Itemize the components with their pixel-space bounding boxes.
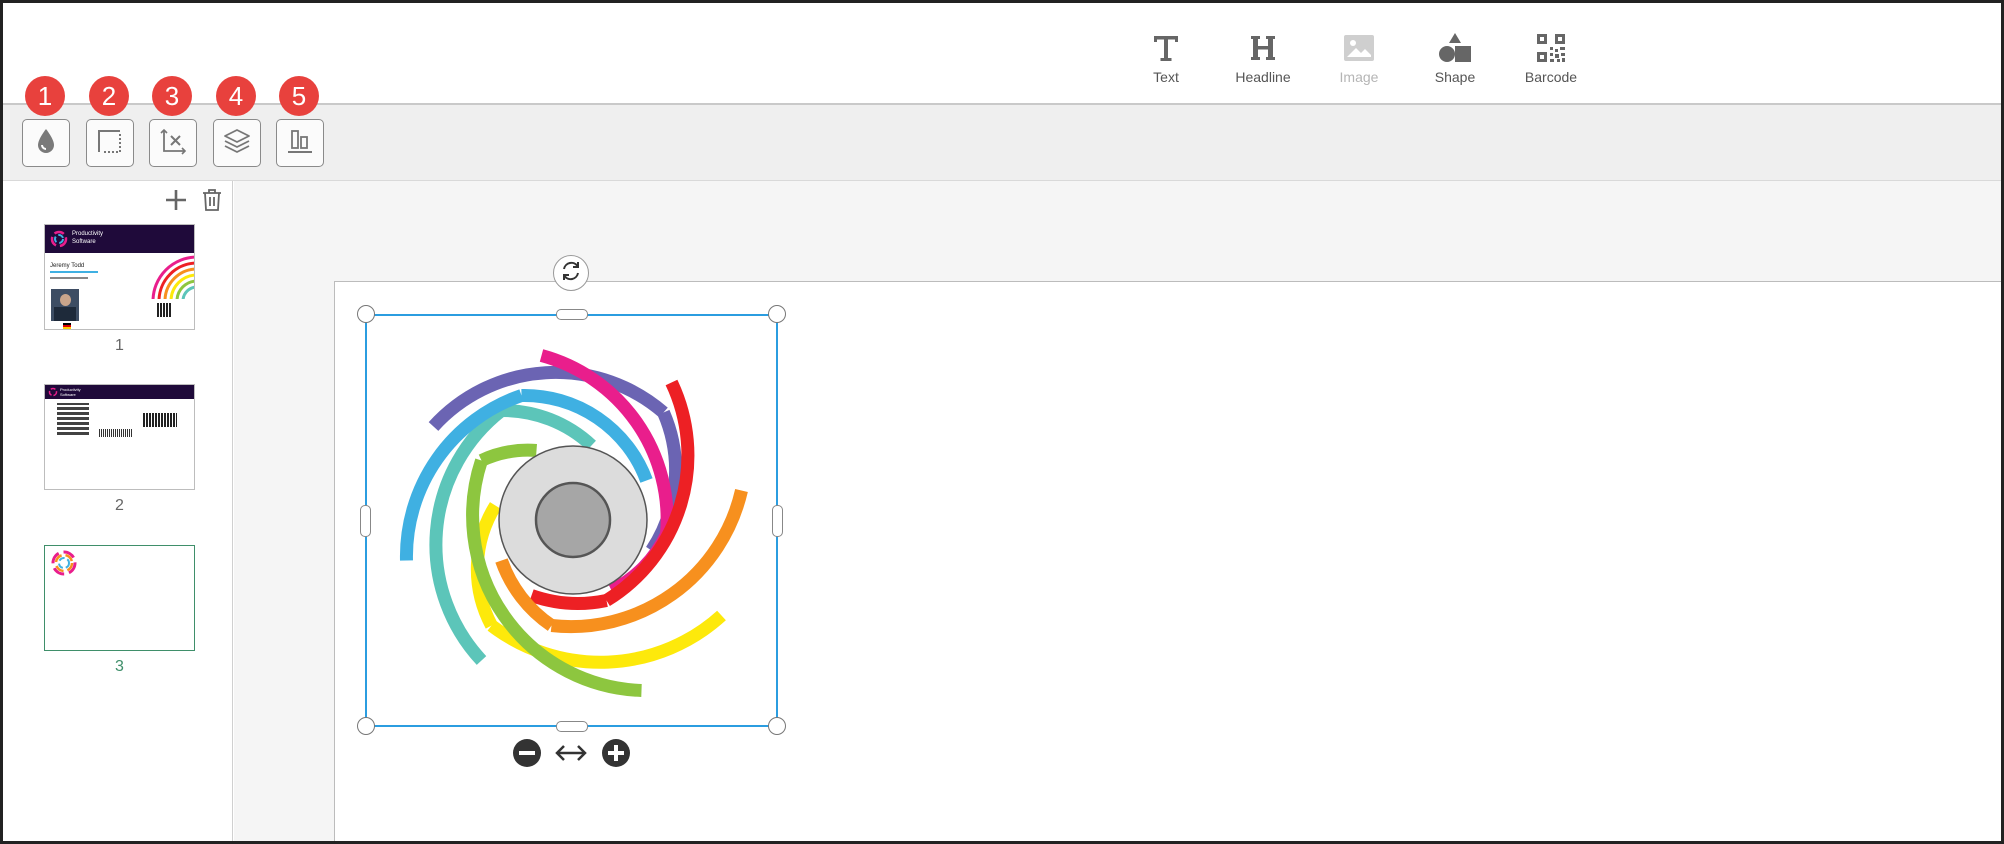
thumbnail-qr-code <box>157 303 171 317</box>
insert-barcode-label: Barcode <box>1524 69 1578 85</box>
fill-color-icon <box>35 127 57 160</box>
resize-handle-bottom-left[interactable] <box>357 717 375 735</box>
annotation-badge-2: 2 <box>89 76 129 116</box>
shape-icon <box>1435 29 1475 67</box>
annotation-badge-5: 5 <box>279 76 319 116</box>
minus-circle-icon <box>513 739 541 767</box>
align-icon <box>286 127 314 160</box>
insert-shape-label: Shape <box>1434 69 1476 85</box>
annotation-badge-1: 1 <box>25 76 65 116</box>
insert-barcode-button[interactable]: Barcode <box>1501 29 1601 89</box>
plus-circle-icon <box>602 739 630 767</box>
horizontal-arrows-icon <box>555 745 587 761</box>
resize-handle-top-left[interactable] <box>357 305 375 323</box>
resize-handle-top[interactable] <box>556 309 588 320</box>
plus-icon <box>164 188 188 217</box>
layers-icon <box>223 127 251 160</box>
thumbnail-company-line2: Software <box>60 392 76 397</box>
insert-headline-button[interactable]: Headline <box>1213 29 1313 89</box>
page-thumbnail-2[interactable]: Productivity Software <box>44 384 195 490</box>
insert-headline-label: Headline <box>1235 69 1291 85</box>
page-number-2: 2 <box>115 497 124 514</box>
annotation-badge-3: 3 <box>152 76 192 116</box>
resize-handle-bottom[interactable] <box>556 721 588 732</box>
align-button[interactable] <box>276 119 324 167</box>
shrink-button[interactable] <box>512 738 542 773</box>
headline-icon <box>1243 29 1283 67</box>
insert-text-button[interactable]: Text <box>1116 29 1216 89</box>
thumbnail-subtitle-line <box>50 277 88 279</box>
scale-proportional-toggle[interactable] <box>554 742 588 769</box>
annotation-badge-4: 4 <box>216 76 256 116</box>
fill-color-button[interactable] <box>22 119 70 167</box>
thumbnail-company-line2: Software <box>72 239 96 245</box>
selection-box <box>365 314 778 727</box>
enlarge-button[interactable] <box>601 738 631 773</box>
border-icon <box>97 128 123 159</box>
thumbnail-photo <box>51 289 79 321</box>
thumbnail-barcode <box>99 429 133 437</box>
rotate-handle[interactable] <box>553 255 589 291</box>
page-thumbnail-3[interactable] <box>44 545 195 651</box>
insert-image-button[interactable]: Image <box>1309 29 1409 89</box>
page-number-1: 1 <box>115 337 124 354</box>
qr-code-icon <box>1531 29 1571 67</box>
thumbnail-title-line <box>50 271 98 273</box>
position-icon <box>159 127 187 160</box>
position-button[interactable] <box>149 119 197 167</box>
property-toolbar <box>3 105 2001 181</box>
thumbnail-qr-code <box>57 403 89 435</box>
app-window: Text Headline Image Shape Barcode 1 2 3 … <box>0 0 2004 844</box>
delete-page-button[interactable] <box>197 187 227 217</box>
thumbnail-person-name: Jeremy Todd <box>50 263 85 269</box>
thumbnail-flag <box>63 323 71 329</box>
image-icon <box>1339 29 1379 67</box>
spiral-logo-mini-icon <box>48 387 58 397</box>
thumbnail-rainbow-arcs <box>151 255 194 299</box>
spiral-logo-mini-icon <box>50 230 68 248</box>
page-thumbnail-1[interactable]: Productivity Software Jeremy Todd <box>44 224 195 330</box>
text-icon <box>1146 29 1186 67</box>
trash-icon <box>201 188 223 217</box>
resize-handle-top-right[interactable] <box>768 305 786 323</box>
insert-image-label: Image <box>1339 69 1379 85</box>
insert-text-label: Text <box>1153 69 1179 85</box>
resize-handle-bottom-right[interactable] <box>768 717 786 735</box>
page-number-3: 3 <box>115 658 124 675</box>
thumbnail-company-line1: Productivity <box>72 231 104 237</box>
layers-button[interactable] <box>213 119 261 167</box>
border-button[interactable] <box>86 119 134 167</box>
spiral-logo-mini-icon <box>51 550 77 576</box>
thumbnail-datamatrix <box>143 413 177 427</box>
add-page-button[interactable] <box>161 187 191 217</box>
rotate-icon <box>560 260 582 287</box>
resize-handle-left[interactable] <box>360 505 371 537</box>
pages-sidebar: Productivity Software Jeremy Todd 1 Prod… <box>3 181 233 841</box>
insert-shape-button[interactable]: Shape <box>1405 29 1505 89</box>
resize-handle-right[interactable] <box>772 505 783 537</box>
